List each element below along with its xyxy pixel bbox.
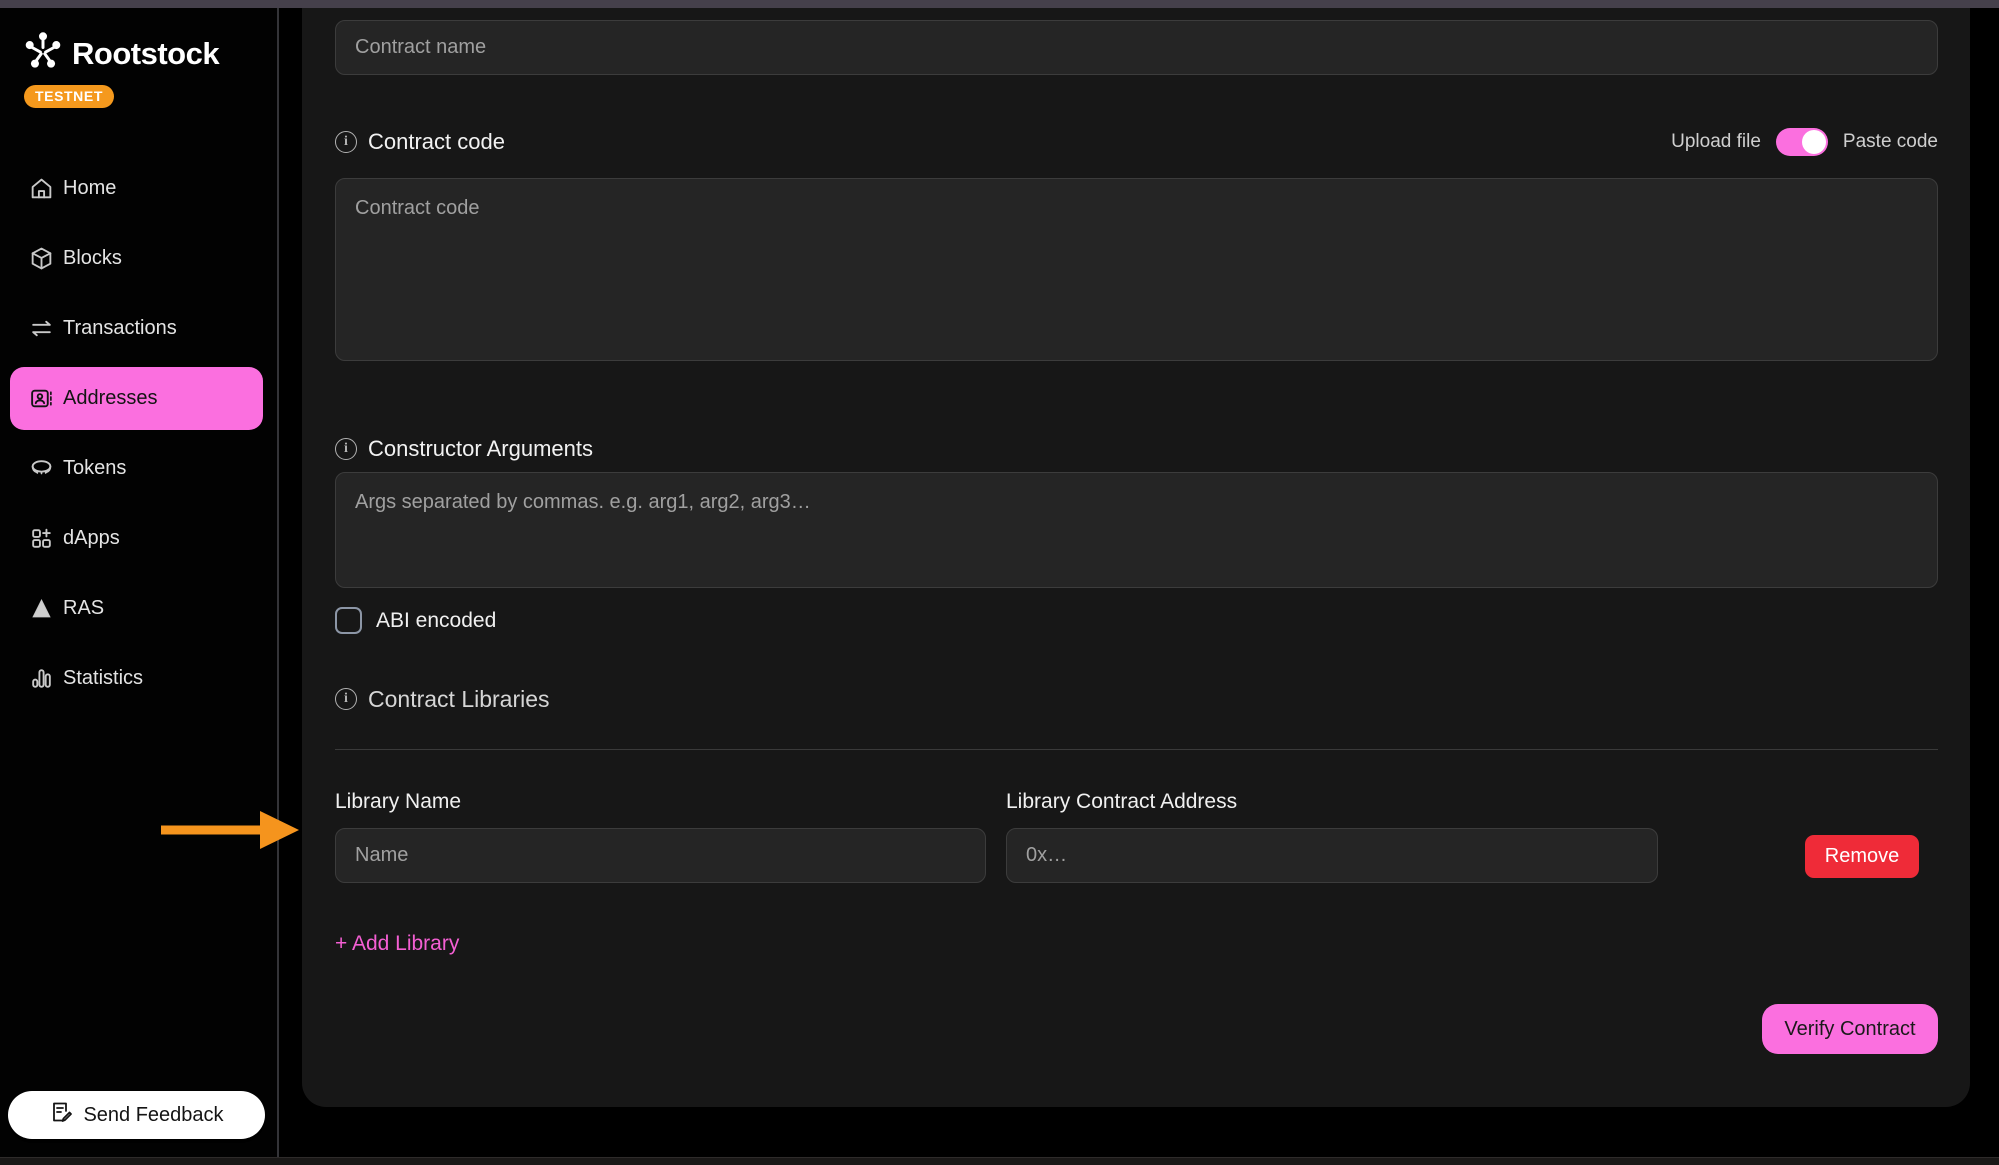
library-name-input[interactable] [335,828,986,883]
section-divider [335,749,1938,750]
feedback-edit-icon [49,1100,73,1130]
sidebar-item-label: Statistics [63,667,143,690]
sidebar-item-home[interactable]: Home [10,157,263,220]
sidebar: Rootstock TESTNET Home Blocks [0,8,279,1157]
annotation-arrow-icon [158,808,300,857]
sidebar-item-label: Tokens [63,457,126,480]
rootstock-logo-icon [22,30,64,77]
constructor-arguments-label: Constructor Arguments [368,436,593,462]
sidebar-item-ras[interactable]: RAS [10,577,263,640]
constructor-arguments-textarea[interactable] [335,472,1938,588]
sidebar-item-label: Home [63,177,116,200]
sidebar-item-label: Addresses [63,387,158,410]
upload-file-label: Upload file [1671,131,1761,153]
info-icon: i [335,131,357,153]
abi-encoded-checkbox[interactable] [335,607,362,634]
home-icon [28,176,54,202]
dapps-icon [28,526,54,552]
contract-name-input[interactable] [335,20,1938,75]
sidebar-item-dapps[interactable]: dApps [10,507,263,570]
ras-icon [28,596,54,622]
library-address-input[interactable] [1006,828,1658,883]
toggle-knob [1802,130,1826,154]
info-icon: i [335,438,357,460]
tokens-icon [28,456,54,482]
sidebar-item-addresses[interactable]: Addresses [10,367,263,430]
contract-code-textarea[interactable] [335,178,1938,361]
sidebar-nav: Home Blocks Transactions [0,157,279,717]
abi-encoded-label: ABI encoded [376,609,496,633]
network-badge: TESTNET [24,85,114,108]
window-bottom-strip [0,1157,1999,1165]
window-top-strip [0,0,1999,8]
library-row: Library Name Library Contract Address Re… [335,790,1938,883]
sidebar-item-label: RAS [63,597,104,620]
info-icon: i [335,688,357,710]
sidebar-item-label: Blocks [63,247,122,270]
brand-name: Rootstock [72,36,219,72]
contract-libraries-label: Contract Libraries [368,686,550,713]
addresses-icon [28,386,54,412]
sidebar-item-label: dApps [63,527,120,550]
transactions-icon [28,316,54,342]
sidebar-item-label: Transactions [63,317,177,340]
sidebar-item-tokens[interactable]: Tokens [10,437,263,500]
library-address-label: Library Contract Address [1006,790,1658,810]
contract-code-label: Contract code [368,129,505,155]
sidebar-item-transactions[interactable]: Transactions [10,297,263,360]
statistics-icon [28,666,54,692]
library-name-label: Library Name [335,790,986,810]
feedback-label: Send Feedback [83,1104,223,1127]
send-feedback-button[interactable]: Send Feedback [8,1091,265,1139]
code-source-toggle[interactable] [1776,128,1828,156]
add-library-link[interactable]: + Add Library [335,932,459,956]
verify-contract-panel: i Contract code Upload file Paste code i… [302,8,1970,1107]
sidebar-item-statistics[interactable]: Statistics [10,647,263,710]
brand[interactable]: Rootstock TESTNET [22,30,219,108]
sidebar-item-blocks[interactable]: Blocks [10,227,263,290]
paste-code-label: Paste code [1843,131,1938,153]
remove-library-button[interactable]: Remove [1805,835,1919,878]
blocks-icon [28,246,54,272]
verify-contract-button[interactable]: Verify Contract [1762,1004,1938,1054]
